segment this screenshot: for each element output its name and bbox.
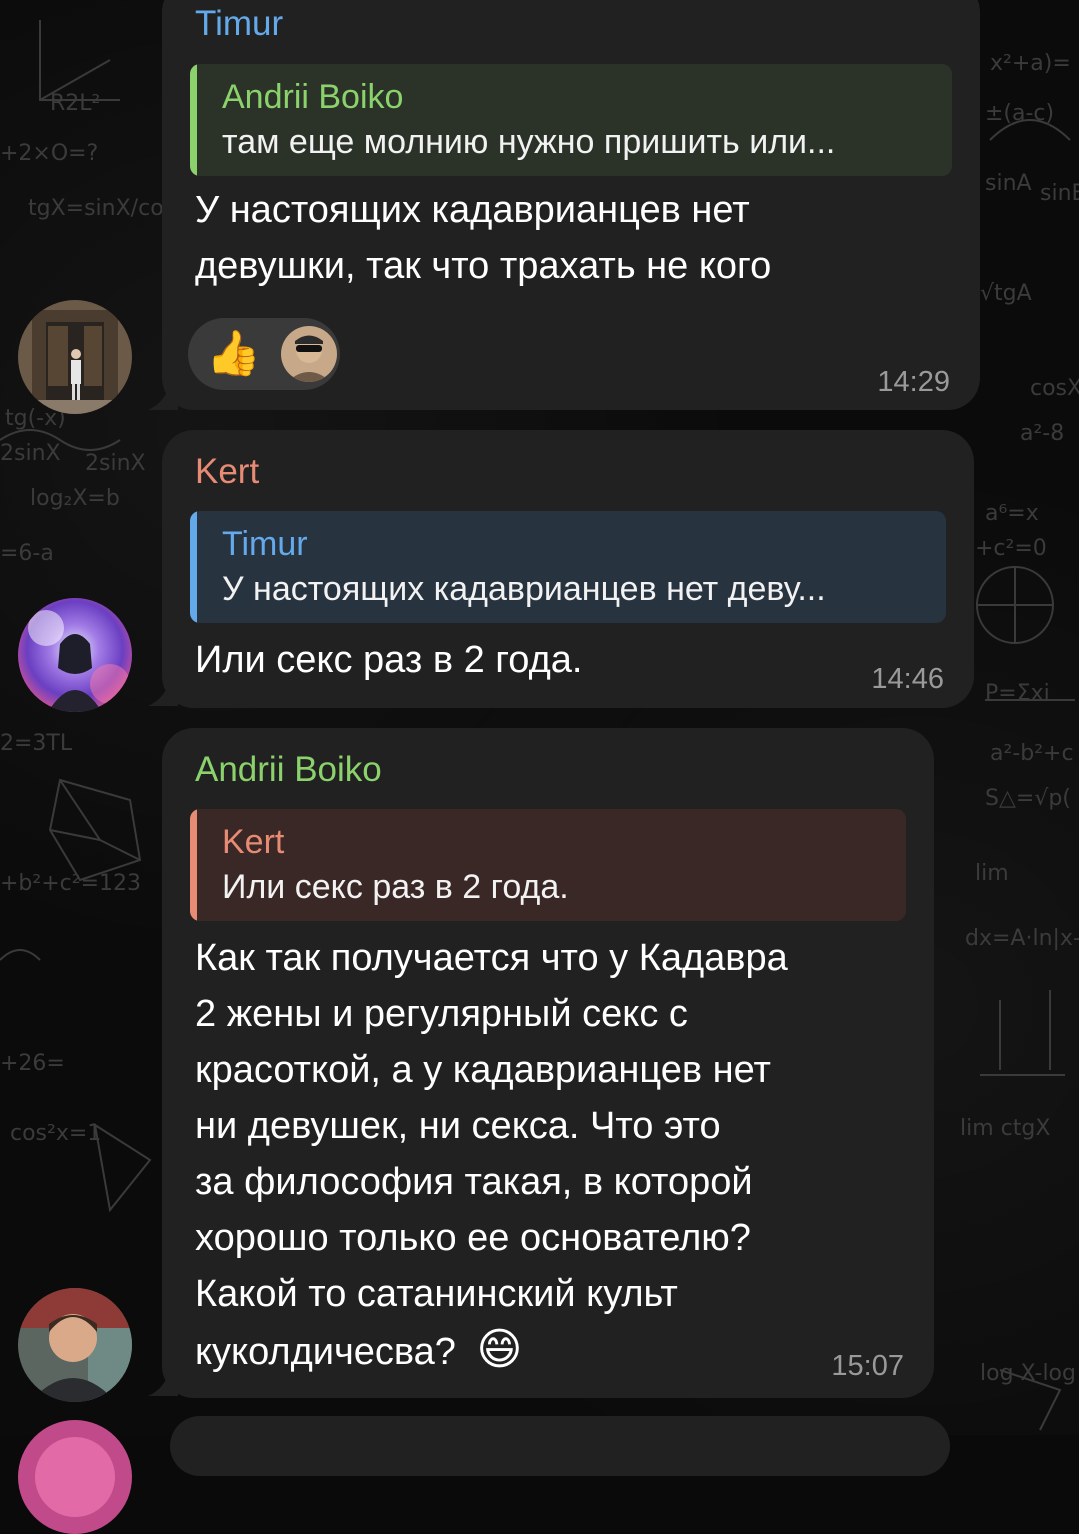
reply-preview[interactable]: Timur У настоящих кадаврианцев нет деву.… <box>190 511 946 623</box>
svg-text:±(a-c): ±(a-c) <box>985 101 1054 126</box>
avatar-timur[interactable] <box>18 300 132 414</box>
message-line: Какой то сатанинский культ <box>195 1273 678 1315</box>
svg-text:a⁶=x: a⁶=x <box>985 501 1039 526</box>
message-line-text: куколдичесва? <box>195 1331 456 1373</box>
message-bubble-timur[interactable]: Timur Andrii Boiko там еще молнию нужно … <box>162 0 980 410</box>
svg-text:=6-a: =6-a <box>0 541 54 566</box>
avatar-kert[interactable] <box>18 598 132 712</box>
svg-text:P=Σxi: P=Σxi <box>985 681 1050 706</box>
bubble-tail <box>148 382 178 410</box>
message-line: Или секс раз в 2 года. <box>195 639 583 681</box>
message-line: девушки, так что трахать не кого <box>195 245 772 287</box>
svg-text:+2×O=?: +2×O=? <box>0 141 98 166</box>
message-line: 2 жены и регулярный секс с <box>195 993 688 1035</box>
message-text: Или секс раз в 2 года. <box>195 632 815 688</box>
message-line: хорошо только ее основателю? <box>195 1217 751 1259</box>
message-time: 14:29 <box>877 366 950 398</box>
svg-text:dx=A·ln|x-a|: dx=A·ln|x-a| <box>965 926 1079 951</box>
reply-text: там еще молнию нужно пришить или... <box>222 123 836 161</box>
svg-text:+c²=0: +c²=0 <box>975 536 1047 561</box>
reply-text: У настоящих кадаврианцев нет деву... <box>222 570 826 608</box>
svg-text:S△=√p(: S△=√p( <box>985 786 1071 811</box>
svg-text:√tgA: √tgA <box>980 281 1032 306</box>
reactions-bar[interactable]: 👍 <box>188 318 340 390</box>
svg-text:R2L²: R2L² <box>50 91 100 116</box>
message-line: ни девушек, ни секса. Что это <box>195 1105 721 1147</box>
bubble-tail <box>148 1368 178 1396</box>
avatar-andrii-boiko[interactable] <box>18 1288 132 1402</box>
message-bubble-next[interactable] <box>170 1416 950 1476</box>
svg-text:a²-8: a²-8 <box>1020 421 1064 446</box>
message-time: 14:46 <box>871 663 944 695</box>
message-line: за философия такая, в которой <box>195 1161 753 1203</box>
message-text: У настоящих кадаврианцев нет девушки, та… <box>195 182 955 294</box>
reply-preview[interactable]: Kert Или секс раз в 2 года. <box>190 809 906 921</box>
svg-text:lim: lim <box>975 861 1009 886</box>
reply-text: Или секс раз в 2 года. <box>222 868 569 906</box>
svg-text:cos²x=1: cos²x=1 <box>10 1121 101 1146</box>
user-avatar-icon <box>280 326 337 382</box>
svg-text:sinA: sinA <box>985 171 1032 196</box>
message-line: куколдичесва? 😄 <box>195 1322 915 1380</box>
message-time: 15:07 <box>831 1350 904 1382</box>
message-line: красоткой, а у кадаврианцев нет <box>195 1049 771 1091</box>
reply-sender-name: Timur <box>222 525 308 563</box>
sender-name[interactable]: Andrii Boiko <box>195 750 382 790</box>
reply-sender-name: Kert <box>222 823 285 861</box>
svg-text:2sinX: 2sinX <box>0 441 61 466</box>
svg-text:+26=: +26= <box>0 1051 65 1076</box>
reply-preview[interactable]: Andrii Boiko там еще молнию нужно пришит… <box>190 64 952 176</box>
message-line: Как так получается что у Кадавра <box>195 937 788 979</box>
message-text: Как так получается что у Кадавра 2 жены … <box>195 930 915 1380</box>
svg-text:x²+a)=: x²+a)= <box>990 51 1071 76</box>
message-bubble-andrii-boiko[interactable]: Andrii Boiko Kert Или секс раз в 2 года.… <box>162 728 934 1398</box>
thumbs-up-reaction[interactable]: 👍 <box>206 329 261 379</box>
svg-text:2=3TL: 2=3TL <box>0 731 73 756</box>
grinning-emoji: 😄 <box>476 1325 523 1374</box>
message-bubble-kert[interactable]: Kert Timur У настоящих кадаврианцев нет … <box>162 430 974 708</box>
bubble-tail <box>148 678 178 706</box>
avatar-next[interactable] <box>18 1420 132 1534</box>
svg-text:log X-log y: log X-log y <box>980 1361 1079 1386</box>
sender-name[interactable]: Kert <box>195 452 259 492</box>
svg-text:2sinX: 2sinX <box>85 451 146 476</box>
svg-text:lim ctgX: lim ctgX <box>960 1116 1050 1141</box>
svg-text:+b²+c²=123: +b²+c²=123 <box>0 871 141 896</box>
svg-text:sinB: sinB <box>1040 181 1079 206</box>
message-line: У настоящих кадаврианцев нет <box>195 189 750 231</box>
svg-text:a²-b²+c: a²-b²+c <box>990 741 1074 766</box>
sender-name[interactable]: Timur <box>195 4 283 44</box>
svg-text:log₂X=b: log₂X=b <box>30 486 120 511</box>
reply-sender-name: Andrii Boiko <box>222 78 404 116</box>
svg-text:cosX: cosX <box>1030 376 1079 401</box>
